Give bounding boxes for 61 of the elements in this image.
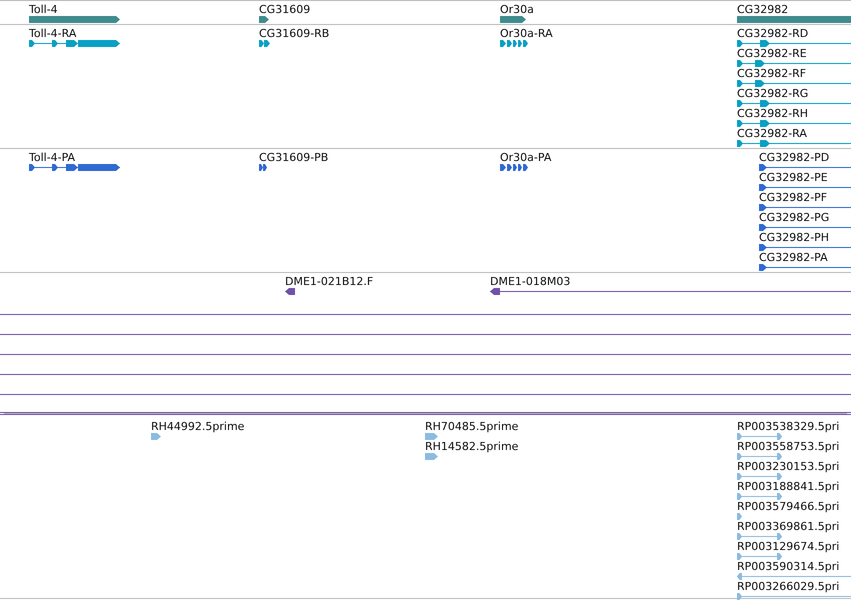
feature-label: CG31609-RB [259, 27, 330, 40]
transcript-drawing[interactable] [737, 40, 851, 47]
protein-drawing[interactable] [759, 224, 851, 231]
feature-label: CG32982 [737, 3, 788, 16]
feature-label: CG32982-PF [759, 191, 828, 204]
feature-label: Or30a [500, 3, 534, 16]
feature-label: CG31609-PB [259, 151, 328, 164]
feature-label: RP003266029.5pri [737, 580, 840, 593]
feature-label: RH14582.5prime [425, 440, 518, 453]
feature-label: CG32982-PD [759, 151, 830, 164]
feature-label: RH70485.5prime [425, 420, 518, 433]
feature-label: CG32982-RH [737, 107, 808, 120]
feature-label: CG32982-PG [759, 211, 830, 224]
feature-label: CG32982-PE [759, 171, 828, 184]
protein-drawing[interactable] [759, 264, 851, 271]
feature-label: CG31609 [259, 3, 310, 16]
feature-label: RP003590314.5pri [737, 560, 840, 573]
feature-label: DME1-018M03 [490, 275, 570, 288]
feature-label: CG32982-RA [737, 127, 807, 140]
transcript-drawing[interactable] [737, 80, 851, 87]
gene-bar[interactable] [29, 16, 120, 23]
feature-label: Or30a-RA [500, 27, 553, 40]
feature-label: RH44992.5prime [151, 420, 244, 433]
feature-label: RP003230153.5pri [737, 460, 840, 473]
feature-label: CG32982-PA [759, 251, 828, 264]
feature-label: Toll-4-RA [29, 27, 76, 40]
gene-bar[interactable] [259, 16, 269, 23]
feature-label: CG32982-RE [737, 47, 807, 60]
transcript-drawing[interactable] [737, 100, 851, 107]
transcript-drawing[interactable] [29, 40, 120, 47]
feature-label: DME1-021B12.F [285, 275, 374, 288]
feature-label: RP003188841.5pri [737, 480, 840, 493]
feature-label: RP003558753.5pri [737, 440, 840, 453]
transcript-drawing[interactable] [259, 40, 270, 47]
feature-label: RP003579466.5pri [737, 500, 840, 513]
feature-label: RP003369861.5pri [737, 520, 840, 533]
est-arrow[interactable] [425, 433, 438, 440]
protein-drawing[interactable] [759, 204, 851, 211]
feature-label: RP003538329.5pri [737, 420, 840, 433]
transcript-drawing[interactable] [500, 40, 528, 47]
feature-label: CG32982-PH [759, 231, 830, 244]
feature-label: Toll-4 [29, 3, 58, 16]
feature-label: CG32982-RF [737, 67, 806, 80]
feature-label: CG32982-RD [737, 27, 808, 40]
protein-drawing[interactable] [259, 164, 267, 171]
est-arrow[interactable] [151, 433, 161, 440]
feature-label: CG32982-RG [737, 87, 808, 100]
protein-drawing[interactable] [759, 244, 851, 251]
transcript-drawing[interactable] [737, 60, 851, 67]
transcript-drawing[interactable] [737, 120, 851, 127]
protein-drawing[interactable] [759, 184, 851, 191]
feature-label: Or30a-PA [500, 151, 552, 164]
protein-drawing[interactable] [29, 164, 120, 171]
protein-drawing[interactable] [500, 164, 528, 171]
feature-label: Toll-4-PA [29, 151, 76, 164]
protein-drawing[interactable] [759, 164, 851, 171]
gene-bar[interactable] [500, 16, 526, 23]
transcript-drawing[interactable] [737, 140, 851, 147]
feature-label: RP003129674.5pri [737, 540, 840, 553]
est-arrow[interactable] [425, 453, 438, 460]
est-arrow[interactable] [737, 513, 742, 520]
